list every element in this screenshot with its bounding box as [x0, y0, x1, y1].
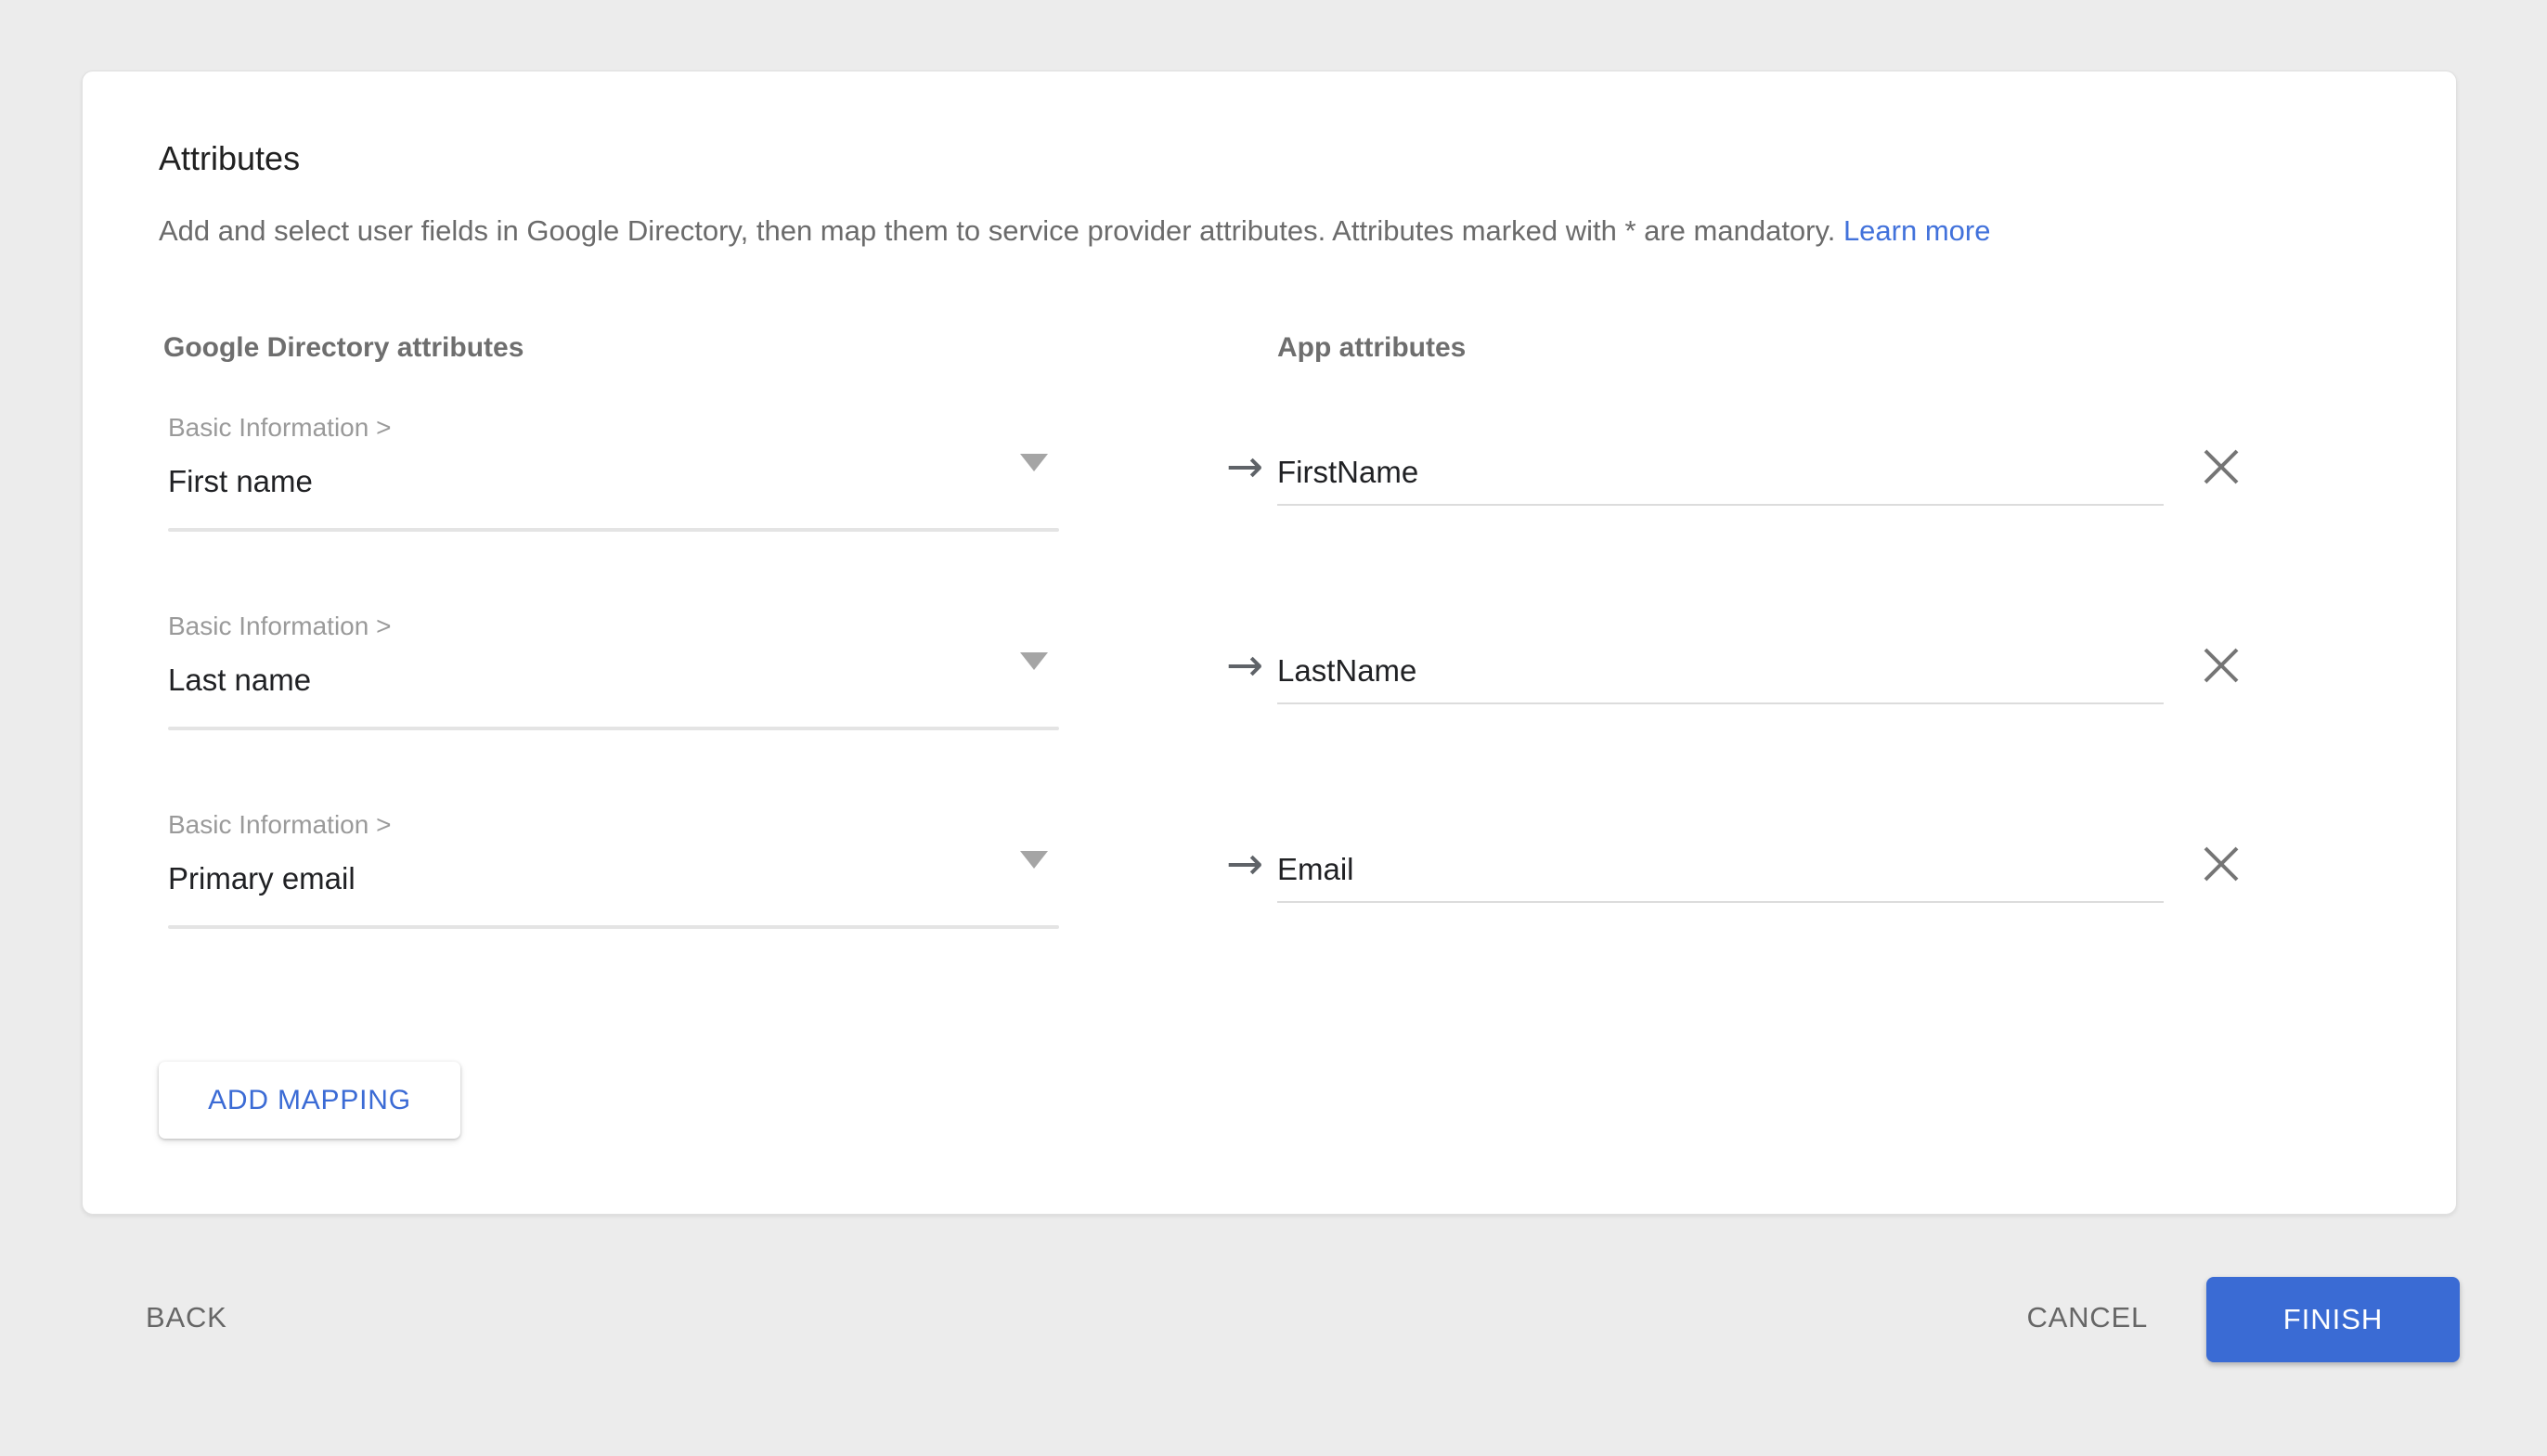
close-x-icon	[2199, 842, 2243, 886]
directory-attribute-value: Primary email	[168, 858, 356, 899]
attribute-category-label: Basic Information >	[168, 610, 391, 643]
app-attribute-input[interactable]	[1277, 452, 2164, 493]
attribute-category-label: Basic Information >	[168, 808, 391, 842]
column-header-google-directory: Google Directory attributes	[163, 330, 524, 366]
dropdown-arrow-icon	[1020, 851, 1048, 869]
page-title: Attributes	[159, 138, 300, 179]
mapping-row: Basic Information > Primary email →	[83, 797, 2458, 996]
attribute-mapping-page: Attributes Add and select user fields in…	[0, 0, 2547, 1456]
dropdown-arrow-icon	[1020, 454, 1048, 471]
arrow-right-icon: →	[1217, 838, 1273, 890]
add-mapping-button[interactable]: ADD MAPPING	[159, 1062, 460, 1139]
select-underline	[168, 727, 1059, 730]
arrow-right-icon: →	[1217, 441, 1273, 493]
mapping-row: Basic Information > First name →	[83, 400, 2458, 599]
directory-attribute-value: Last name	[168, 660, 311, 701]
directory-attribute-value: First name	[168, 461, 313, 502]
remove-mapping-button[interactable]	[2199, 445, 2243, 489]
input-underline	[1277, 901, 2164, 903]
select-underline	[168, 528, 1059, 532]
attribute-category-label: Basic Information >	[168, 411, 391, 445]
learn-more-link[interactable]: Learn more	[1843, 214, 1991, 247]
app-attribute-input[interactable]	[1277, 849, 2164, 890]
dropdown-arrow-icon	[1020, 652, 1048, 670]
description-text: Add and select user fields in Google Dir…	[159, 213, 2386, 250]
finish-button[interactable]: FINISH	[2206, 1277, 2460, 1362]
remove-mapping-button[interactable]	[2199, 643, 2243, 688]
input-underline	[1277, 504, 2164, 506]
arrow-right-icon: →	[1217, 639, 1273, 691]
close-x-icon	[2199, 445, 2243, 489]
mapping-row: Basic Information > Last name →	[83, 599, 2458, 797]
close-x-icon	[2199, 643, 2243, 688]
attributes-card: Attributes Add and select user fields in…	[82, 71, 2457, 1215]
select-underline	[168, 925, 1059, 929]
column-header-app-attributes: App attributes	[1277, 330, 1466, 366]
directory-attribute-select[interactable]: Basic Information > Last name	[168, 599, 1059, 733]
remove-mapping-button[interactable]	[2199, 842, 2243, 886]
cancel-button[interactable]: CANCEL	[2026, 1297, 2148, 1338]
input-underline	[1277, 702, 2164, 704]
app-attribute-input[interactable]	[1277, 651, 2164, 691]
back-button[interactable]: BACK	[146, 1297, 227, 1338]
directory-attribute-select[interactable]: Basic Information > Primary email	[168, 797, 1059, 932]
description-body: Add and select user fields in Google Dir…	[159, 214, 1835, 247]
directory-attribute-select[interactable]: Basic Information > First name	[168, 400, 1059, 535]
